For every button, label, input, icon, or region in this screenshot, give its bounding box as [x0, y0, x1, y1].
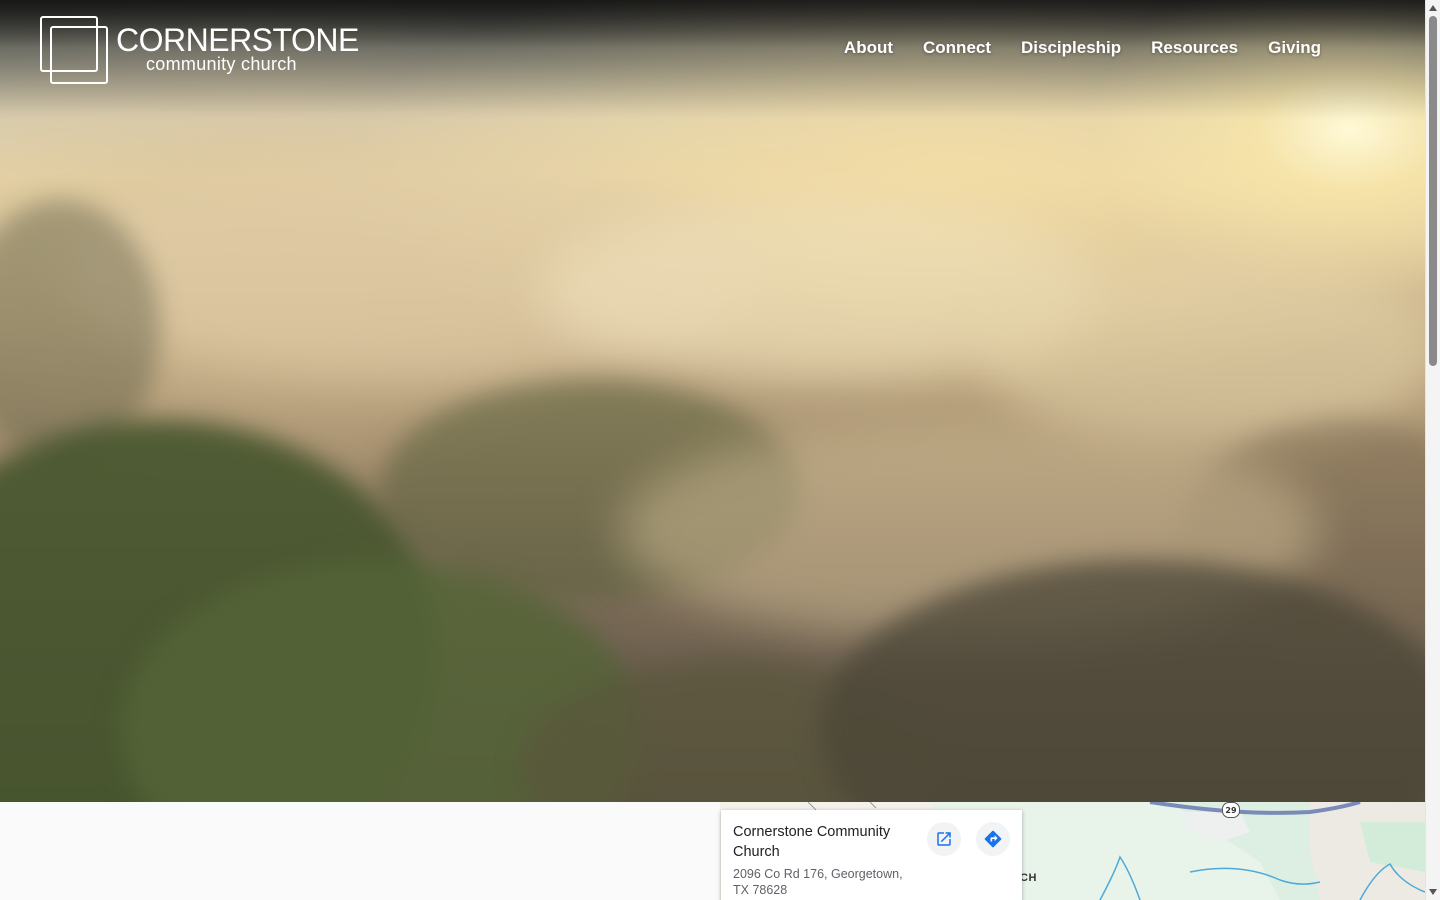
place-name: Cornerstone Community Church: [733, 824, 891, 860]
scroll-thumb[interactable]: [1429, 16, 1437, 366]
map-place-card: Cornerstone Community Church 2096 Co Rd …: [721, 810, 1022, 900]
page: CORNERSTONE community church About Conne…: [0, 0, 1440, 900]
logo-tagline: community church: [146, 54, 297, 74]
site-header: CORNERSTONE community church About Conne…: [0, 0, 1425, 100]
logo-squares-icon: [40, 16, 110, 86]
open-in-new-icon: [937, 832, 951, 846]
open-in-maps-button[interactable]: [927, 822, 961, 856]
map-place-label: CH: [1020, 872, 1037, 884]
place-address: 2096 Co Rd 176, Georgetown, TX 78628: [733, 867, 903, 897]
page-scrollbar[interactable]: [1425, 0, 1440, 900]
logo-name: CORNERSTONE: [116, 22, 359, 58]
main-nav: About Connect Discipleship Resources Giv…: [844, 38, 1321, 58]
scroll-up-arrow-icon[interactable]: [1429, 5, 1437, 11]
nav-item-resources[interactable]: Resources: [1151, 38, 1238, 58]
directions-icon: [984, 830, 1002, 848]
nav-item-about[interactable]: About: [844, 38, 893, 58]
hero-video-background: [0, 0, 1425, 802]
scroll-down-arrow-icon[interactable]: [1429, 889, 1437, 895]
site-logo-link[interactable]: CORNERSTONE community church: [40, 16, 359, 86]
route-shield: 29: [1222, 802, 1240, 818]
nav-item-discipleship[interactable]: Discipleship: [1021, 38, 1121, 58]
nav-item-connect[interactable]: Connect: [923, 38, 991, 58]
directions-button[interactable]: [976, 822, 1010, 856]
nav-item-giving[interactable]: Giving: [1268, 38, 1321, 58]
